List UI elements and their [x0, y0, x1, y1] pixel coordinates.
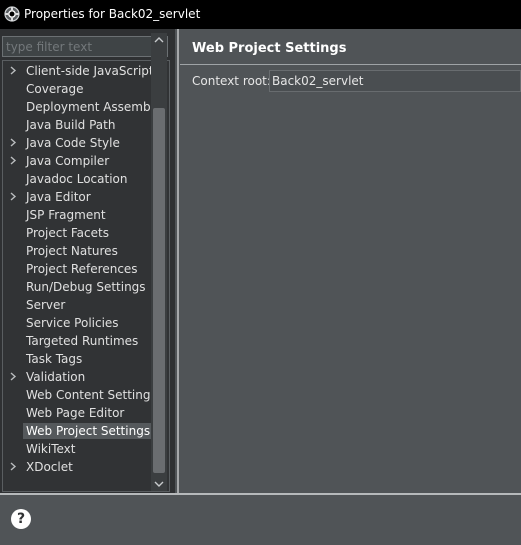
tree-item-label: Project Facets: [26, 226, 109, 240]
tree-item[interactable]: Targeted Runtimes: [3, 332, 153, 350]
property-tree: Client-side JavaScript Coverage Deployment…: [2, 60, 170, 492]
tree-item-label: Run/Debug Settings: [26, 280, 146, 294]
scroll-down-arrow-icon[interactable]: [151, 477, 167, 491]
tree-item-label: Coverage: [26, 82, 84, 96]
tree-item-label: Java Compiler: [26, 154, 110, 168]
navigation-panel: Client-side JavaScript Coverage Deployment…: [0, 29, 175, 493]
tree-item-label: Service Policies: [26, 316, 119, 330]
tree-item[interactable]: XDoclet: [3, 458, 153, 476]
scrollbar-thumb[interactable]: [153, 108, 165, 473]
expand-arrow-icon[interactable]: [8, 136, 18, 149]
tree-item-label: Client-side JavaScript: [26, 64, 154, 78]
tree-item-label: Web Page Editor: [26, 406, 125, 420]
tree-item-label: Targeted Runtimes: [26, 334, 139, 348]
tree-item[interactable]: Project Facets: [3, 224, 153, 242]
tree-item[interactable]: Java Build Path: [3, 116, 153, 134]
filter-input[interactable]: [2, 36, 168, 57]
window-titlebar: Properties for Back02_servlet: [0, 0, 521, 29]
tree-item-label: WikiText: [26, 442, 76, 456]
tree-item-label: XDoclet: [26, 460, 73, 474]
help-icon: ?: [16, 511, 26, 527]
tree-scrollbar[interactable]: [151, 33, 167, 491]
gear-icon: [4, 6, 20, 22]
panel-divider[interactable]: [177, 29, 179, 493]
tree-item-label: JSP Fragment: [26, 208, 106, 222]
tree-item-label: Web Project Settings: [23, 423, 154, 439]
tree-item[interactable]: Project Natures: [3, 242, 153, 260]
tree-item-label: Project References: [26, 262, 138, 276]
tree-item[interactable]: Java Compiler: [3, 152, 153, 170]
tree-item-label: Java Build Path: [26, 118, 116, 132]
tree-item[interactable]: JSP Fragment: [3, 206, 153, 224]
tree-item[interactable]: Client-side JavaScript: [3, 62, 154, 80]
context-root-label: Context root:: [192, 74, 271, 88]
expand-arrow-icon[interactable]: [8, 370, 18, 383]
tree-item[interactable]: WikiText: [3, 440, 153, 458]
tree-item-label: Java Editor: [26, 190, 91, 204]
tree-item-label: Task Tags: [26, 352, 83, 366]
settings-page: Web Project Settings Context root:: [180, 29, 521, 493]
tree-item-label: Javadoc Location: [26, 172, 128, 186]
tree-item[interactable]: Task Tags: [3, 350, 153, 368]
tree-item[interactable]: Java Code Style: [3, 134, 153, 152]
tree-item[interactable]: Validation: [3, 368, 153, 386]
tree-item[interactable]: Web Project Settings: [3, 422, 154, 440]
expand-arrow-icon[interactable]: [8, 460, 18, 473]
tree-item[interactable]: Coverage: [3, 80, 153, 98]
window-title: Properties for Back02_servlet: [24, 7, 201, 21]
expand-arrow-icon[interactable]: [8, 190, 18, 203]
dialog-footer: ?: [0, 495, 521, 545]
tree-item[interactable]: Web Page Editor: [3, 404, 153, 422]
tree-item[interactable]: Project References: [3, 260, 153, 278]
tree-item[interactable]: Javadoc Location: [3, 170, 153, 188]
tree-item[interactable]: Web Content Settings: [3, 386, 157, 404]
tree-item[interactable]: Service Policies: [3, 314, 153, 332]
tree-item-label: Server: [26, 298, 66, 312]
expand-arrow-icon[interactable]: [8, 64, 18, 77]
tree-item[interactable]: Java Editor: [3, 188, 153, 206]
page-title: Web Project Settings: [192, 41, 347, 56]
tree-item-label: Java Code Style: [26, 136, 120, 150]
tree-item[interactable]: Deployment Assembly: [3, 98, 161, 116]
tree-item-label: Web Content Settings: [26, 388, 157, 402]
scroll-up-arrow-icon[interactable]: [151, 33, 167, 47]
tree-item[interactable]: Server: [3, 296, 153, 314]
help-button[interactable]: ?: [11, 509, 31, 529]
title-separator: [180, 64, 521, 65]
context-root-input[interactable]: [269, 70, 521, 92]
tree-item-label: Project Natures: [26, 244, 118, 258]
tree-item-label: Deployment Assembly: [26, 100, 162, 114]
expand-arrow-icon[interactable]: [8, 154, 18, 167]
tree-item-label: Validation: [26, 370, 86, 384]
tree-item[interactable]: Run/Debug Settings: [3, 278, 153, 296]
